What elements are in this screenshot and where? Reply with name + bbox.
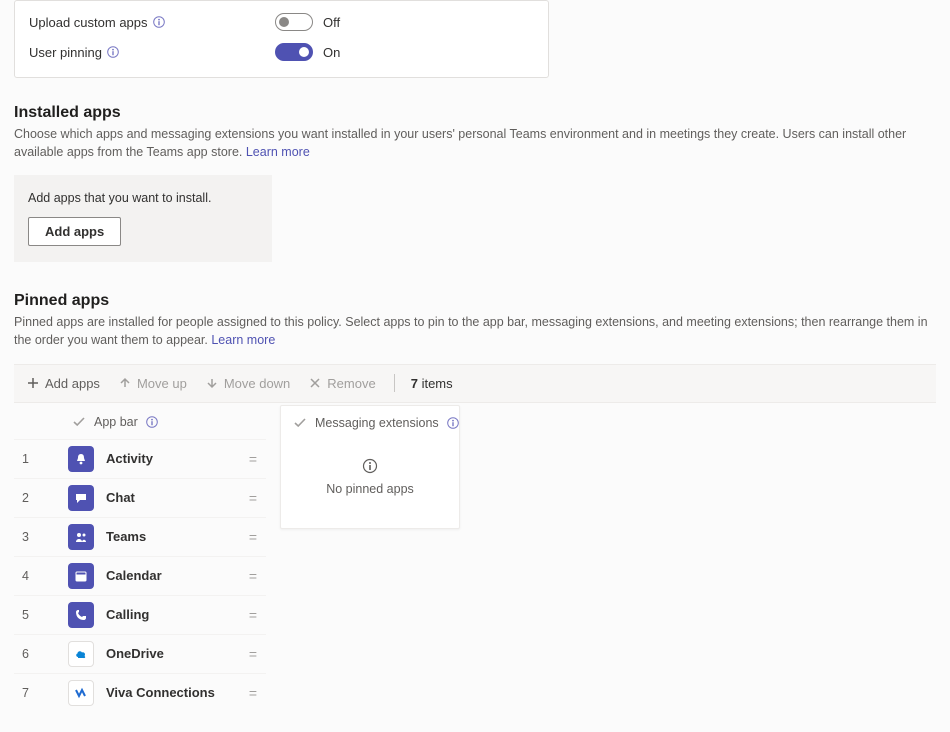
- installed-apps-title: Installed apps: [14, 104, 936, 122]
- app-name: Chat: [106, 490, 240, 505]
- app-icon: [68, 485, 94, 511]
- installed-apps-desc: Choose which apps and messaging extensio…: [14, 125, 936, 161]
- drag-handle-icon[interactable]: =: [240, 568, 266, 584]
- upload-custom-label: Upload custom apps: [29, 15, 148, 30]
- app-icon: [68, 524, 94, 550]
- app-bar-label: App bar: [94, 415, 138, 429]
- check-icon[interactable]: [72, 415, 86, 429]
- drag-handle-icon[interactable]: =: [240, 646, 266, 662]
- app-name: Viva Connections: [106, 685, 240, 700]
- app-name: Teams: [106, 529, 240, 544]
- messaging-ext-column: Messaging extensions No pinned apps: [280, 405, 460, 529]
- drag-handle-icon[interactable]: =: [240, 607, 266, 623]
- app-row[interactable]: 7 Viva Connections=: [14, 673, 266, 712]
- toolbar-move-up[interactable]: Move up: [110, 372, 195, 395]
- x-icon: [308, 376, 322, 390]
- row-number: 2: [14, 491, 36, 505]
- drag-handle-icon[interactable]: =: [240, 451, 266, 467]
- user-pinning-label: User pinning: [29, 45, 102, 60]
- pinned-apps-desc: Pinned apps are installed for people ass…: [14, 313, 936, 349]
- info-outline-icon: [362, 458, 378, 474]
- app-name: Activity: [106, 451, 240, 466]
- check-icon[interactable]: [293, 416, 307, 430]
- setting-user-pinning: User pinning On: [15, 37, 548, 67]
- arrow-up-icon: [118, 376, 132, 390]
- row-number: 7: [14, 686, 36, 700]
- empty-text: No pinned apps: [326, 482, 414, 496]
- app-row[interactable]: 5 Calling=: [14, 595, 266, 634]
- toolbar-move-down[interactable]: Move down: [197, 372, 298, 395]
- row-number: 3: [14, 530, 36, 544]
- app-bar-column: App bar 1Activity=2Chat=3Teams=4Calendar…: [14, 405, 266, 712]
- toolbar-separator: [394, 374, 395, 392]
- pinned-apps-title: Pinned apps: [14, 292, 936, 310]
- learn-more-link[interactable]: Learn more: [211, 333, 275, 347]
- install-box: Add apps that you want to install. Add a…: [14, 175, 272, 262]
- setting-label: Upload custom apps: [29, 15, 275, 30]
- info-icon[interactable]: [107, 46, 119, 58]
- empty-state: No pinned apps: [281, 440, 459, 502]
- pinned-toolbar: Add apps Move up Move down Remove 7 item…: [14, 364, 936, 403]
- add-apps-button[interactable]: Add apps: [28, 217, 121, 246]
- toggle-state: Off: [323, 15, 340, 30]
- toggle-user-pinning[interactable]: [275, 43, 313, 61]
- messaging-ext-header: Messaging extensions: [281, 406, 459, 440]
- app-name: OneDrive: [106, 646, 240, 661]
- drag-handle-icon[interactable]: =: [240, 685, 266, 701]
- app-name: Calling: [106, 607, 240, 622]
- app-name: Calendar: [106, 568, 240, 583]
- app-icon: [68, 446, 94, 472]
- plus-icon: [26, 376, 40, 390]
- install-box-text: Add apps that you want to install.: [28, 191, 258, 205]
- pinned-columns: App bar 1Activity=2Chat=3Teams=4Calendar…: [14, 405, 936, 712]
- drag-handle-icon[interactable]: =: [240, 490, 266, 506]
- info-icon[interactable]: [447, 417, 459, 429]
- app-row[interactable]: 3 Teams=: [14, 517, 266, 556]
- app-icon: [68, 602, 94, 628]
- app-icon: [68, 641, 94, 667]
- arrow-down-icon: [205, 376, 219, 390]
- toolbar-remove[interactable]: Remove: [300, 372, 383, 395]
- toolbar-count: 7 items: [405, 372, 459, 395]
- app-icon: [68, 563, 94, 589]
- toolbar-add-apps[interactable]: Add apps: [18, 372, 108, 395]
- row-number: 5: [14, 608, 36, 622]
- app-icon: [68, 680, 94, 706]
- toggle-state: On: [323, 45, 340, 60]
- info-icon[interactable]: [146, 416, 158, 428]
- messaging-ext-label: Messaging extensions: [315, 416, 439, 430]
- app-row[interactable]: 2 Chat=: [14, 478, 266, 517]
- setting-label: User pinning: [29, 45, 275, 60]
- row-number: 4: [14, 569, 36, 583]
- drag-handle-icon[interactable]: =: [240, 529, 266, 545]
- setting-upload-custom: Upload custom apps Off: [15, 7, 548, 37]
- app-row[interactable]: 6 OneDrive=: [14, 634, 266, 673]
- app-bar-header: App bar: [14, 405, 266, 439]
- info-icon[interactable]: [153, 16, 165, 28]
- settings-card: Upload custom apps Off User pinning On: [14, 0, 549, 78]
- row-number: 6: [14, 647, 36, 661]
- toggle-upload-custom[interactable]: [275, 13, 313, 31]
- app-row[interactable]: 1 Activity=: [14, 439, 266, 478]
- learn-more-link[interactable]: Learn more: [246, 145, 310, 159]
- row-number: 1: [14, 452, 36, 466]
